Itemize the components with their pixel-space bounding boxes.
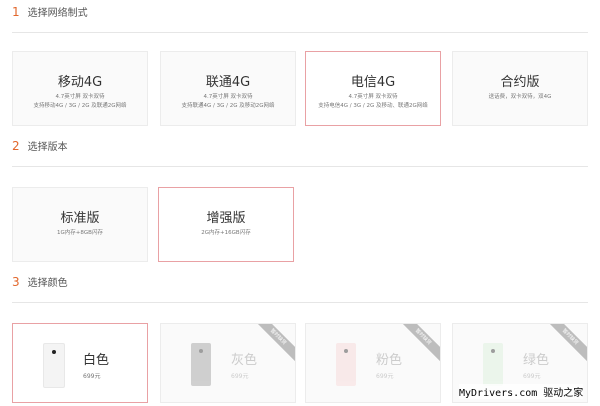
network-option-telecom[interactable]: 电信4G 4.7英寸屏 双卡双待 支持电信4G / 3G / 2G 及移动、联通2G… [305, 51, 441, 126]
watermark: MyDrivers.com 驱动之家 [459, 384, 584, 399]
network-option-mobile[interactable]: 移动4G 4.7英寸屏 双卡双待 支持移动4G / 3G / 2G 及联通2G网络 [12, 51, 148, 126]
section-header-version: 2 选择版本 [12, 138, 588, 167]
phone-image [43, 343, 65, 388]
phone-image [336, 343, 356, 386]
version-option-standard[interactable]: 标准版 1G内存+8GB闪存 [12, 187, 148, 262]
phone-image [191, 343, 211, 386]
color-option-gray[interactable]: 灰色 699元 暂时缺货 [160, 323, 296, 403]
version-option-enhanced[interactable]: 增强版 2G内存+16GB闪存 [158, 187, 294, 262]
section-header-color: 3 选择颜色 [12, 274, 588, 303]
color-option-pink[interactable]: 粉色 699元 暂时缺货 [305, 323, 441, 403]
section-header-network: 1 选择网络制式 [12, 4, 588, 33]
network-option-unicom[interactable]: 联通4G 4.7英寸屏 双卡双待 支持联通4G / 3G / 2G 及移动2G网络 [160, 51, 296, 126]
phone-image [483, 343, 503, 386]
color-option-white[interactable]: 白色 699元 [12, 323, 148, 403]
network-option-contract[interactable]: 合约版 送话费，双卡双待，双4G [452, 51, 588, 126]
